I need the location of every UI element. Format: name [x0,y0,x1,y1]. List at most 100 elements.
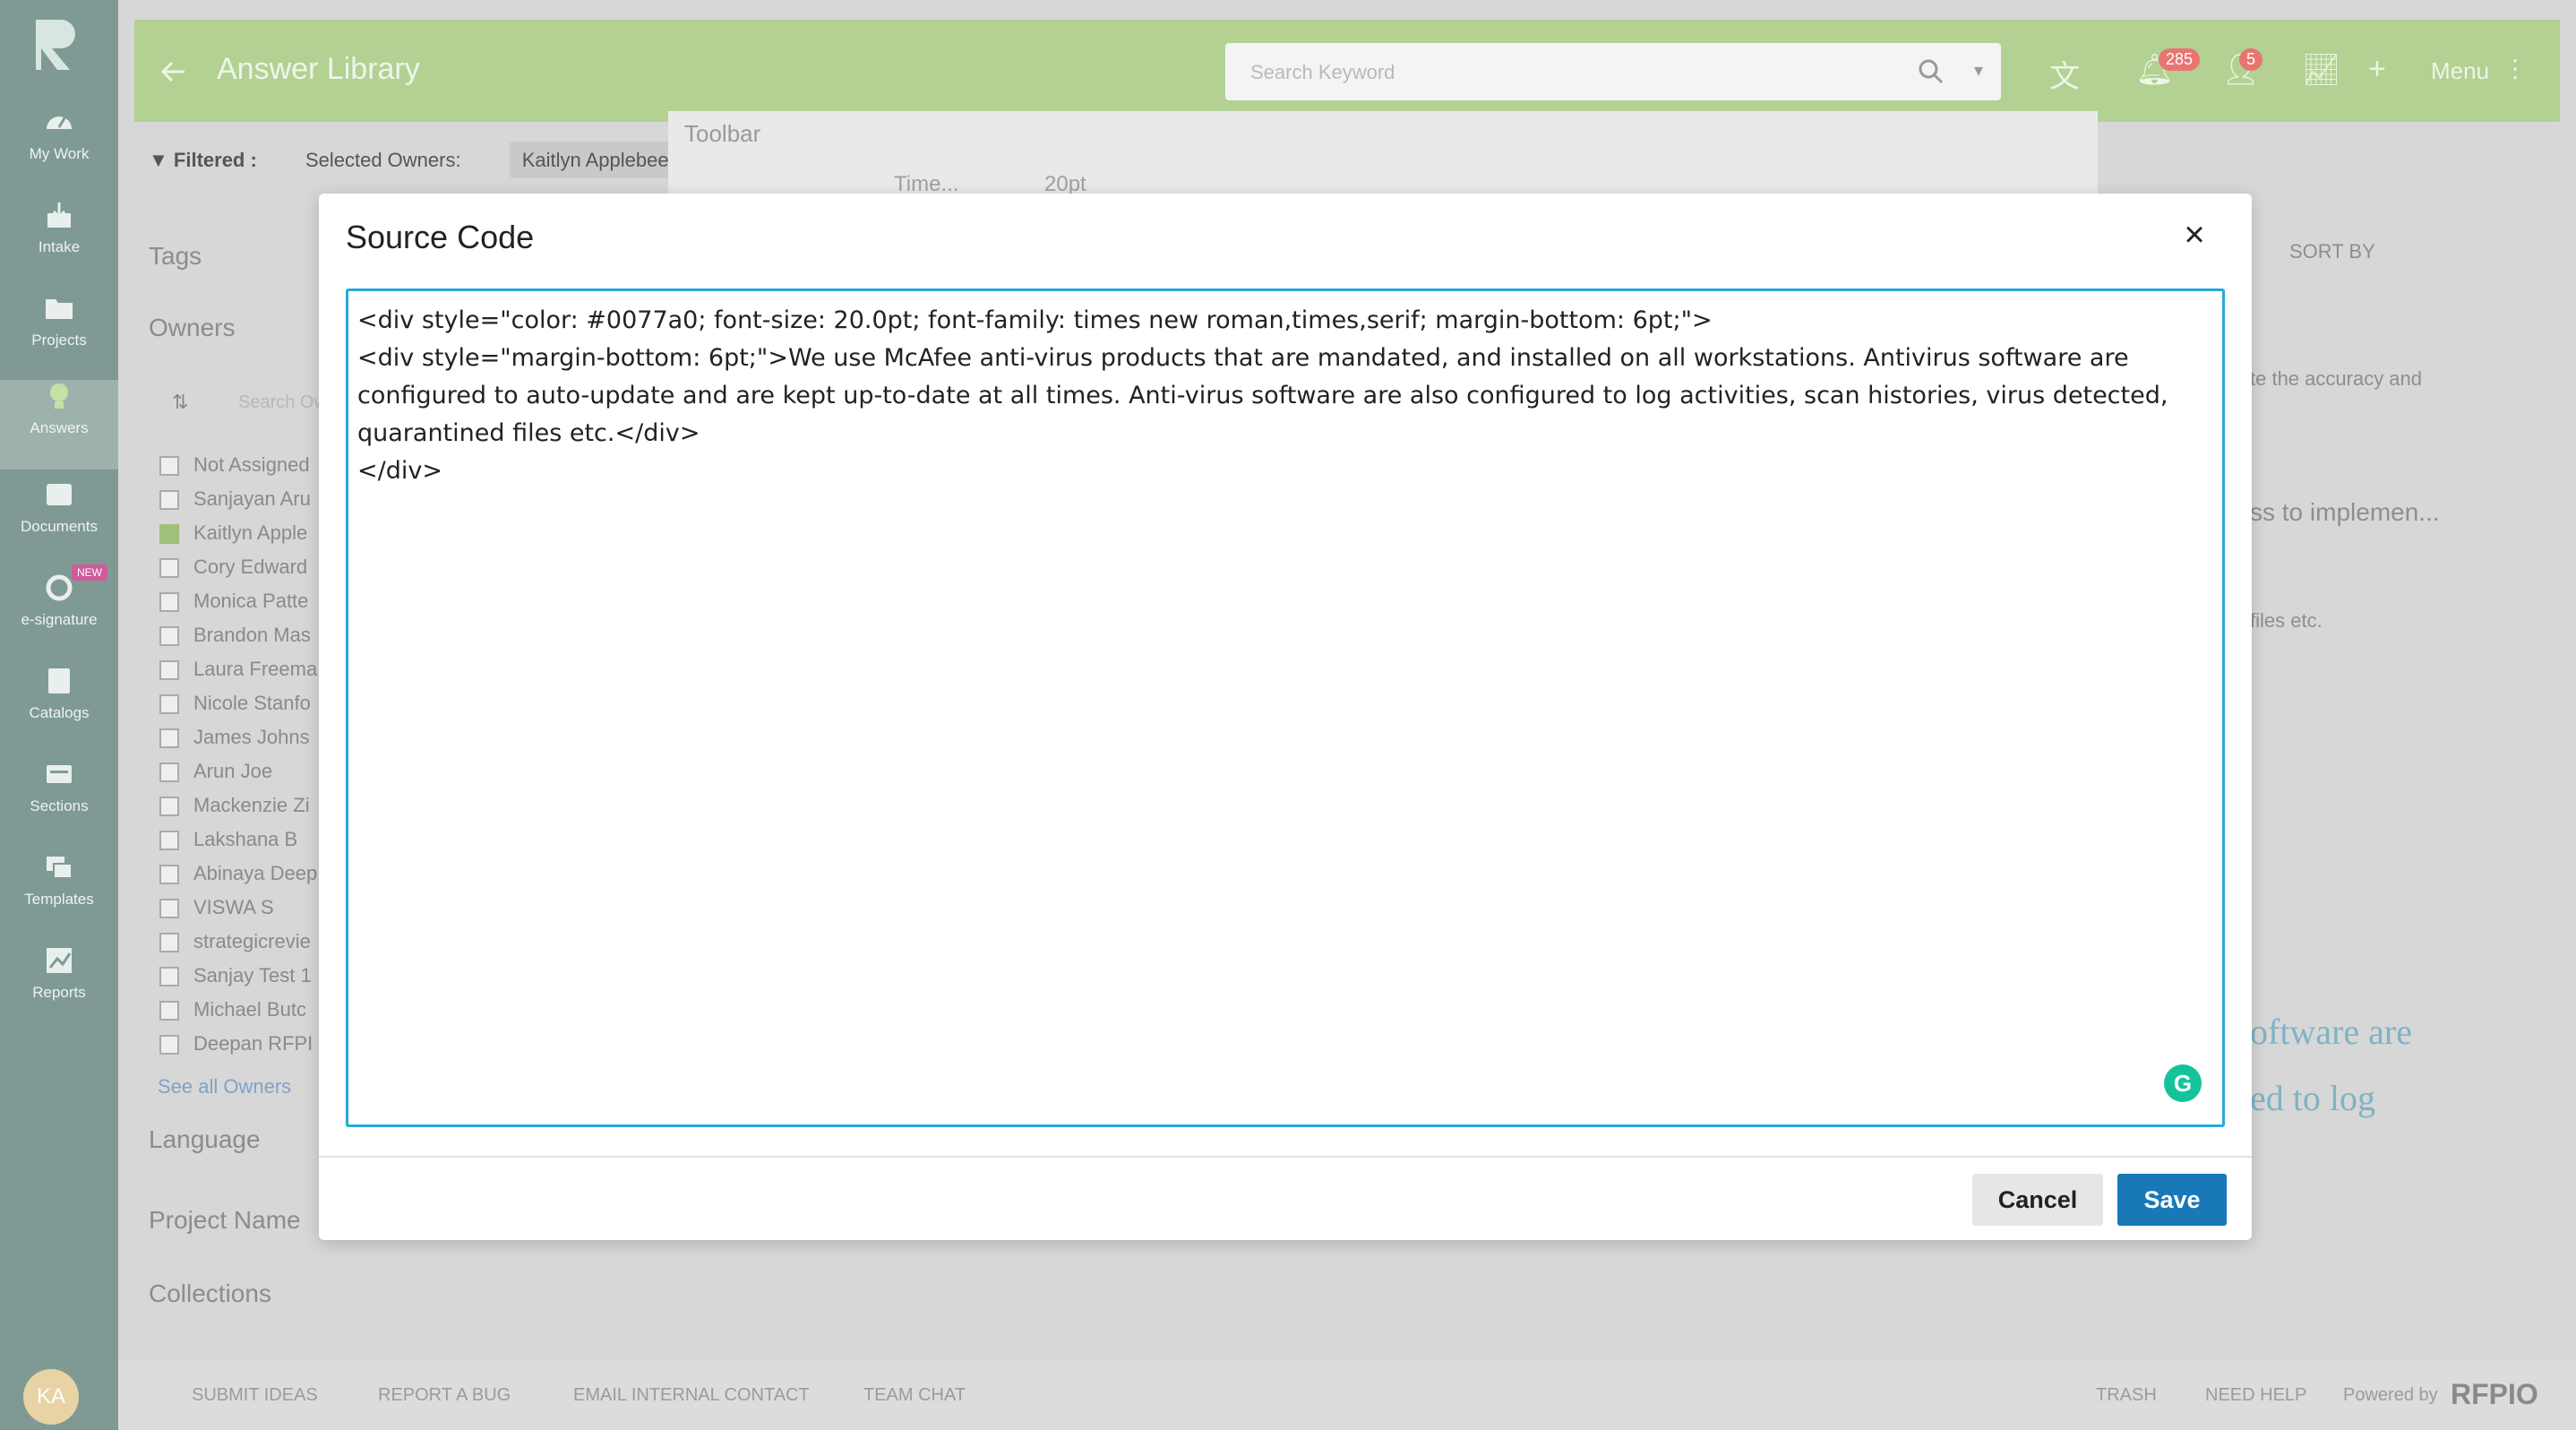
report-bug-link[interactable]: REPORT A BUG [378,1385,511,1406]
users-badge: 5 [2239,48,2263,71]
search-icon[interactable] [1917,57,1945,86]
cancel-button[interactable]: Cancel [1972,1174,2103,1226]
user-avatar[interactable]: KA [23,1369,79,1425]
owner-name: Not Assigned [193,453,310,476]
owner-checkbox[interactable] [159,899,179,919]
owner-checkbox[interactable] [159,933,179,953]
owner-checkbox[interactable] [159,524,179,545]
nav-answers[interactable]: Answers [0,380,118,469]
nav-label: e-signature [21,611,98,628]
tags-section-title[interactable]: Tags [149,242,202,271]
nav-sections[interactable]: Sections [0,758,118,848]
selected-owner-chip[interactable]: Kaitlyn Applebee [509,142,682,178]
answer-snippet: ed to log [2250,1078,2375,1118]
new-badge: NEW [72,564,107,581]
templates-icon [47,857,73,879]
owner-list-item[interactable]: Abinaya Deep [159,862,317,885]
owner-name: Lakshana B [193,828,298,850]
save-button[interactable]: Save [2117,1174,2227,1226]
owner-checkbox[interactable] [159,558,179,579]
nav-intake[interactable]: Intake [0,199,118,289]
project-name-section-title[interactable]: Project Name [149,1206,301,1235]
collections-section-title[interactable]: Collections [149,1279,271,1308]
rfpio-brand: RFPIO [2451,1378,2538,1410]
trash-link[interactable]: TRASH [2096,1385,2157,1406]
owner-list-item[interactable]: Cory Edward [159,556,307,579]
nav-my-work[interactable]: My Work [0,106,118,195]
search-placeholder: Search Keyword [1250,61,1395,83]
owner-name: Deepan RFPI [193,1032,313,1055]
owner-list-item[interactable]: James Johns [159,726,310,749]
owner-checkbox[interactable] [159,592,179,613]
sort-by-label[interactable]: SORT BY [2289,240,2375,263]
owner-list-item[interactable]: Michael Butc [159,998,306,1021]
owner-checkbox[interactable] [159,762,179,783]
owner-checkbox[interactable] [159,456,179,477]
nav-label: Catalogs [29,704,90,721]
owner-list-item[interactable]: strategicrevie [159,930,311,953]
owner-list-item[interactable]: Sanjayan Aru [159,487,311,511]
owner-search-input[interactable]: Search Ow [238,392,327,413]
owner-list-item[interactable]: Kaitlyn Apple [159,521,307,545]
nav-catalogs[interactable]: Catalogs [0,665,118,754]
see-all-owners-link[interactable]: See all Owners [158,1075,291,1098]
toolbar-title: Toolbar [684,120,761,147]
lightbulb-icon [50,383,68,409]
sections-icon [47,765,72,783]
menu-label[interactable]: Menu [2431,57,2489,85]
email-contact-link[interactable]: EMAIL INTERNAL CONTACT [573,1385,810,1406]
language-section-title[interactable]: Language [149,1125,261,1154]
owner-list-item[interactable]: Laura Freema [159,658,317,681]
nav-documents[interactable]: Documents [0,478,118,568]
documents-icon [47,484,72,505]
owner-checkbox[interactable] [159,967,179,987]
nav-label: Sections [30,797,89,814]
page-title: Answer Library [217,52,420,86]
nav-e-signature[interactable]: NEW e-signature [0,564,118,661]
owner-checkbox[interactable] [159,694,179,715]
owner-name: Sanjayan Aru [193,487,311,510]
owner-list-item[interactable]: Mackenzie Zi [159,794,310,817]
owner-checkbox[interactable] [159,797,179,817]
menu-kebab-icon[interactable]: ⋮ [2503,54,2528,83]
search-input[interactable]: Search Keyword ▾ [1225,43,2001,100]
owner-checkbox[interactable] [159,490,179,511]
translate-icon[interactable]: 文 [2049,52,2080,96]
source-code-textarea[interactable]: <div style="color: #0077a0; font-size: 2… [346,289,2225,1127]
close-icon[interactable]: × [2177,217,2212,253]
nav-templates[interactable]: Templates [0,851,118,941]
nav-label: Reports [32,984,86,1001]
owner-checkbox[interactable] [159,1001,179,1021]
owner-list-item[interactable]: VISWA S [159,896,274,919]
sort-owners-icon[interactable]: ⇅ [172,391,188,414]
grammarly-icon[interactable]: G [2164,1064,2202,1102]
owner-list-item[interactable]: Nicole Stanfo [159,692,311,715]
rfpio-logo-icon [36,20,75,70]
nav-label: My Work [29,145,90,162]
owner-checkbox[interactable] [159,728,179,749]
owner-list-item[interactable]: Arun Joe [159,760,272,783]
owner-checkbox[interactable] [159,660,179,681]
submit-ideas-link[interactable]: SUBMIT IDEAS [192,1385,318,1406]
search-dropdown-icon[interactable]: ▾ [1974,59,1983,82]
need-help-link[interactable]: NEED HELP [2205,1385,2306,1406]
nav-reports[interactable]: Reports [0,944,118,1034]
owner-checkbox[interactable] [159,1035,179,1055]
owner-checkbox[interactable] [159,626,179,647]
owner-checkbox[interactable] [159,831,179,851]
owner-list-item[interactable]: Not Assigned [159,453,310,477]
owner-checkbox[interactable] [159,865,179,885]
dialog-divider [319,1156,2252,1158]
owner-list-item[interactable]: Deepan RFPI [159,1032,313,1055]
owner-list-item[interactable]: Sanjay Test 1 [159,964,312,987]
back-arrow-icon[interactable] [158,56,190,88]
plus-icon[interactable]: + [2368,52,2386,87]
owners-section-title[interactable]: Owners [149,314,235,342]
owner-list-item[interactable]: Brandon Mas [159,624,311,647]
nav-projects[interactable]: Projects [0,292,118,382]
owner-list-item[interactable]: Monica Patte [159,590,308,613]
team-chat-link[interactable]: TEAM CHAT [863,1385,966,1406]
analytics-icon[interactable]: 📈︎ [2302,52,2340,88]
owner-name: Sanjay Test 1 [193,964,312,986]
owner-list-item[interactable]: Lakshana B [159,828,297,851]
